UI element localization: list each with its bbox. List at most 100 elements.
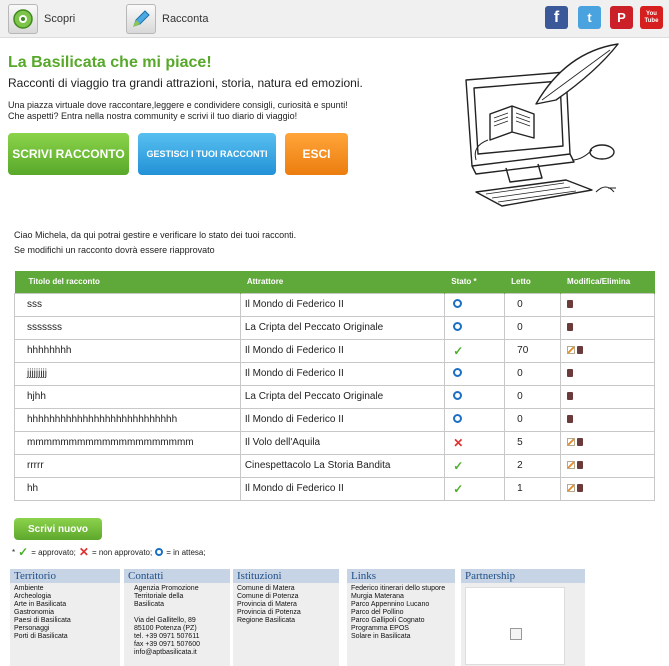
footer-link[interactable]: Archeologia bbox=[14, 593, 120, 601]
footer-link[interactable]: tel. +39 0971 507611 bbox=[134, 633, 230, 641]
header-modifica: Modifica/Elimina bbox=[560, 271, 655, 293]
footer-link[interactable]: Regione Basilicata bbox=[237, 617, 339, 625]
footer-link[interactable]: Paesi di Basilicata bbox=[14, 617, 120, 625]
trash-icon[interactable] bbox=[577, 461, 584, 470]
cell-stato: ✓ bbox=[444, 453, 506, 478]
cell-modifica bbox=[560, 384, 655, 409]
footer-istituzioni-title: Istituzioni bbox=[233, 569, 339, 583]
cell-modifica bbox=[560, 430, 655, 455]
status-legend: * ✓ = approvato; ✕ = non approvato; = in… bbox=[12, 545, 206, 559]
footer-links-list: Federico itinerari dello stupore Murgia M… bbox=[347, 583, 455, 641]
footer-link[interactable]: Ambiente bbox=[14, 585, 120, 593]
trash-icon[interactable] bbox=[577, 484, 584, 493]
footer-istituzioni: Istituzioni Comune di Matera Comune di Po… bbox=[233, 569, 339, 666]
footer-link[interactable]: Parco del Pollino bbox=[351, 609, 455, 617]
edit-icon[interactable] bbox=[567, 461, 576, 470]
footer-link[interactable]: Territoriale della bbox=[134, 593, 230, 601]
cell-letto: 1 bbox=[504, 476, 562, 501]
footer-territorio-list: Ambiente Archeologia Arte in Basilicata Gas… bbox=[10, 583, 120, 641]
footer-link[interactable]: 85100 Potenza (PZ) bbox=[134, 625, 230, 633]
rejected-x-icon: ✕ bbox=[78, 545, 89, 559]
legend-non-approvato: = non approvato; bbox=[91, 547, 153, 557]
footer-contatti-title: Contatti bbox=[124, 569, 230, 583]
youtube-icon[interactable]: You Tube bbox=[640, 6, 663, 29]
table-row: sss Il Mondo di Federico II 0 bbox=[14, 292, 655, 317]
cell-letto: 70 bbox=[504, 338, 562, 363]
footer-link[interactable]: Basilicata bbox=[134, 601, 230, 609]
footer-link[interactable]: Murgia Materana bbox=[351, 593, 455, 601]
pending-circle-icon bbox=[453, 298, 463, 308]
footer-link[interactable]: Via del Gallitello, 89 bbox=[134, 617, 230, 625]
table-row: hhhhhhhh Il Mondo di Federico II ✓ 70 bbox=[14, 338, 655, 363]
footer-link[interactable]: Arte in Basilicata bbox=[14, 601, 120, 609]
nav-racconta[interactable]: Racconta bbox=[126, 2, 208, 36]
cell-attrattore: La Cripta del Peccato Originale bbox=[239, 315, 446, 340]
cell-modifica bbox=[560, 476, 655, 501]
footer-partnership-title: Partnership bbox=[461, 569, 585, 583]
header-titolo: Titolo del racconto bbox=[14, 271, 241, 293]
twitter-icon[interactable]: t bbox=[578, 6, 601, 29]
table-row: sssssss La Cripta del Peccato Originale 0 bbox=[14, 315, 655, 340]
footer-link[interactable]: Provincia di Potenza bbox=[237, 609, 339, 617]
trash-icon[interactable] bbox=[567, 369, 574, 378]
trash-icon[interactable] bbox=[577, 346, 584, 355]
footer-link[interactable]: Parco Gallipoli Cognato bbox=[351, 617, 455, 625]
trash-icon[interactable] bbox=[577, 438, 584, 447]
scrivi-racconto-button[interactable]: SCRIVI RACCONTO bbox=[8, 133, 129, 175]
header-stato: Stato * bbox=[444, 271, 506, 293]
cell-letto: 2 bbox=[504, 453, 562, 478]
footer-link[interactable]: Personaggi bbox=[14, 625, 120, 633]
footer-territorio: Territorio Ambiente Archeologia Arte in Ba… bbox=[10, 569, 120, 666]
footer-link[interactable]: fax +39 0971 507600 bbox=[134, 641, 230, 649]
trash-icon[interactable] bbox=[567, 392, 574, 401]
esci-button[interactable]: ESCI bbox=[285, 133, 348, 175]
cell-letto: 0 bbox=[504, 384, 562, 409]
page-title: La Basilicata che mi piace! bbox=[8, 54, 212, 71]
footer-link[interactable]: Gastronomia bbox=[14, 609, 120, 617]
trash-icon[interactable] bbox=[567, 323, 574, 332]
footer-link[interactable]: Comune di Matera bbox=[237, 585, 339, 593]
cell-titolo: sssssss bbox=[14, 315, 241, 340]
pinterest-icon[interactable]: P bbox=[610, 6, 633, 29]
footer-link[interactable] bbox=[134, 609, 230, 617]
facebook-icon[interactable]: f bbox=[545, 6, 568, 29]
pencil-icon bbox=[126, 4, 156, 34]
footer-partnership: Partnership bbox=[461, 569, 585, 666]
footer-link[interactable]: Porti di Basilicata bbox=[14, 633, 120, 641]
footer-link[interactable]: Programma EPOS bbox=[351, 625, 455, 633]
footer-link[interactable]: Solare in Basilicata bbox=[351, 633, 455, 641]
trash-icon[interactable] bbox=[567, 415, 574, 424]
legend-star: * bbox=[12, 547, 16, 557]
gestisci-racconti-button[interactable]: GESTISCI I TUOI RACCONTI bbox=[138, 133, 276, 175]
trash-icon[interactable] bbox=[567, 300, 574, 309]
table-row: mmmmmmmmmmmmmmmmmmmm Il Volo dell'Aquila ✕… bbox=[14, 430, 655, 455]
footer-link[interactable]: Federico itinerari dello stupore bbox=[351, 585, 455, 593]
cell-attrattore: Cinespettacolo La Storia Bandita bbox=[239, 453, 446, 478]
pending-circle-icon bbox=[155, 548, 164, 556]
edit-icon[interactable] bbox=[567, 484, 576, 493]
cell-titolo: hhhhhhhh bbox=[14, 338, 241, 363]
footer-link[interactable]: Comune di Potenza bbox=[237, 593, 339, 601]
nav-scopri[interactable]: Scopri bbox=[8, 2, 75, 36]
cell-stato bbox=[444, 315, 506, 340]
footer-contatti: Contatti Agenzia Promozione Territoriale … bbox=[124, 569, 230, 666]
partnership-image bbox=[465, 587, 565, 665]
page-description: Una piazza virtuale dove raccontare,legg… bbox=[8, 100, 428, 122]
edit-icon[interactable] bbox=[567, 438, 576, 447]
footer-link[interactable]: Parco Appennino Lucano bbox=[351, 601, 455, 609]
pending-circle-icon bbox=[453, 390, 463, 400]
cell-letto: 0 bbox=[504, 292, 562, 317]
cell-stato: ✓ bbox=[444, 338, 506, 363]
header-attrattore: Attrattore bbox=[240, 271, 446, 293]
footer-contatti-list: Agenzia Promozione Territoriale della Basi… bbox=[124, 583, 230, 657]
scrivi-nuovo-button[interactable]: Scrivi nuovo bbox=[14, 518, 102, 540]
footer-link[interactable]: info@aptbasilicata.it bbox=[134, 649, 230, 657]
cell-attrattore: Il Mondo di Federico II bbox=[239, 338, 446, 363]
cell-letto: 0 bbox=[504, 361, 562, 386]
footer-link[interactable]: Agenzia Promozione bbox=[134, 585, 230, 593]
description-line: Che aspetti? Entra nella nostra communit… bbox=[8, 111, 298, 121]
edit-icon[interactable] bbox=[567, 346, 576, 355]
nav-scopri-label: Scopri bbox=[44, 13, 76, 25]
legend-attesa: = in attesa; bbox=[166, 547, 206, 557]
footer-link[interactable]: Provincia di Matera bbox=[237, 601, 339, 609]
